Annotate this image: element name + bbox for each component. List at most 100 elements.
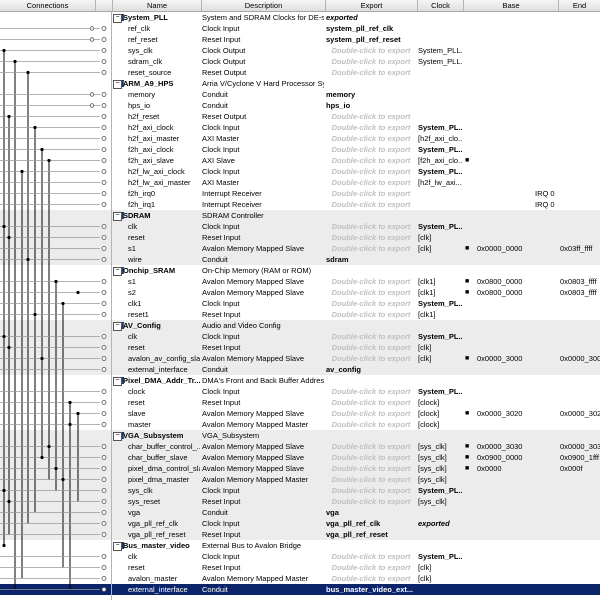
- connection-point[interactable]: [101, 169, 107, 174]
- connection-dot[interactable]: [61, 301, 65, 306]
- connection-point[interactable]: [101, 466, 107, 471]
- header-export[interactable]: Export: [326, 0, 418, 11]
- interface-name[interactable]: pixel_dma_control_slave: [128, 463, 200, 474]
- connection-point[interactable]: [101, 290, 107, 295]
- header-name[interactable]: Name: [113, 0, 202, 11]
- connection-point[interactable]: [101, 444, 107, 449]
- export-cell[interactable]: Double-click to export: [326, 166, 416, 177]
- interface-name[interactable]: memory: [128, 89, 200, 100]
- connection-point[interactable]: [101, 191, 107, 196]
- connection-point[interactable]: [101, 422, 107, 427]
- export-cell[interactable]: Double-click to export: [326, 408, 416, 419]
- clock-cell[interactable]: [clk]: [418, 342, 462, 353]
- clock-cell[interactable]: System_PL...: [418, 485, 462, 496]
- interface-name[interactable]: char_buffer_slave: [128, 452, 200, 463]
- connection-point[interactable]: [101, 235, 107, 240]
- lock-icon[interactable]: ■: [465, 463, 473, 474]
- export-cell[interactable]: Double-click to export: [326, 573, 416, 584]
- clock-cell[interactable]: [clk]: [418, 573, 462, 584]
- connection-dot[interactable]: [40, 455, 44, 460]
- export-cell[interactable]: Double-click to export: [326, 309, 416, 320]
- interface-name[interactable]: s2: [128, 287, 200, 298]
- collapse-icon[interactable]: −: [113, 80, 122, 89]
- clock-cell[interactable]: [sys_clk]: [418, 441, 462, 452]
- interface-name[interactable]: char_buffer_control_...: [128, 441, 200, 452]
- export-cell[interactable]: vga_pll_ref_reset: [326, 529, 416, 540]
- export-cell[interactable]: system_pll_ref_reset: [326, 34, 416, 45]
- clock-cell[interactable]: [clk]: [418, 353, 462, 364]
- clock-cell[interactable]: System_PL...: [418, 331, 462, 342]
- connection-point[interactable]: [101, 521, 107, 526]
- connection-point[interactable]: [101, 92, 107, 97]
- clock-cell[interactable]: System_PL...: [418, 144, 462, 155]
- connection-dot[interactable]: [40, 147, 44, 152]
- connection-point[interactable]: [101, 554, 107, 559]
- clock-cell[interactable]: [f2h_axi_clo...: [418, 155, 462, 166]
- export-cell[interactable]: Double-click to export: [326, 397, 416, 408]
- interface-name[interactable]: hps_io: [128, 100, 200, 111]
- connection-dot[interactable]: [2, 334, 6, 339]
- export-point[interactable]: [89, 26, 95, 31]
- interface-name[interactable]: vga_pll_ref_clk: [128, 518, 200, 529]
- connection-dot[interactable]: [2, 488, 6, 493]
- interface-name[interactable]: vga: [128, 507, 200, 518]
- base-address-cell[interactable]: 0x0900_0000: [477, 452, 557, 463]
- clock-cell[interactable]: [h2f_lw_axi...: [418, 177, 462, 188]
- export-cell[interactable]: memory: [326, 89, 416, 100]
- export-cell[interactable]: Double-click to export: [326, 551, 416, 562]
- header-clock[interactable]: Clock: [418, 0, 464, 11]
- connection-point[interactable]: [101, 510, 107, 515]
- connection-point[interactable]: [101, 532, 107, 537]
- connection-dot[interactable]: [7, 345, 11, 350]
- interface-name[interactable]: f2h_irq1: [128, 199, 200, 210]
- interface-name[interactable]: clock: [128, 386, 200, 397]
- clock-cell[interactable]: [clk]: [418, 562, 462, 573]
- connection-point[interactable]: [101, 279, 107, 284]
- connection-dot[interactable]: [54, 279, 58, 284]
- connection-point[interactable]: [101, 224, 107, 229]
- component-name[interactable]: Bus_master_video: [123, 540, 201, 551]
- clock-cell[interactable]: exported: [418, 518, 462, 529]
- connection-dot[interactable]: [68, 400, 72, 405]
- export-cell[interactable]: Double-click to export: [326, 133, 416, 144]
- connection-point[interactable]: [101, 400, 107, 405]
- clock-cell[interactable]: System_PLL...: [418, 56, 462, 67]
- export-cell[interactable]: Double-click to export: [326, 155, 416, 166]
- clock-cell[interactable]: System_PL...: [418, 166, 462, 177]
- interface-name[interactable]: avalon_av_config_slave: [128, 353, 200, 364]
- connection-dot[interactable]: [76, 290, 80, 295]
- connections-matrix[interactable]: [0, 12, 112, 600]
- connection-dot[interactable]: [2, 48, 6, 53]
- connection-point[interactable]: [101, 576, 107, 581]
- interface-name[interactable]: h2f_lw_axi_clock: [128, 166, 200, 177]
- connection-dot[interactable]: [40, 356, 44, 361]
- interface-name[interactable]: h2f_lw_axi_master: [128, 177, 200, 188]
- collapse-icon[interactable]: −: [113, 432, 122, 441]
- export-cell[interactable]: Double-click to export: [326, 496, 416, 507]
- connection-point[interactable]: [101, 488, 107, 493]
- clock-cell[interactable]: [clk1]: [418, 287, 462, 298]
- export-cell[interactable]: vga: [326, 507, 416, 518]
- component-name[interactable]: ARM_A9_HPS: [123, 78, 201, 89]
- clock-cell[interactable]: [clock]: [418, 408, 462, 419]
- export-cell[interactable]: Double-click to export: [326, 111, 416, 122]
- interface-name[interactable]: h2f_axi_clock: [128, 122, 200, 133]
- clock-cell[interactable]: System_PL...: [418, 298, 462, 309]
- collapse-icon[interactable]: −: [113, 322, 122, 331]
- clock-cell[interactable]: System_PLL...: [418, 45, 462, 56]
- base-address-cell[interactable]: 0x0000_3020: [477, 408, 557, 419]
- collapse-icon[interactable]: −: [113, 267, 122, 276]
- interface-name[interactable]: external_interface: [128, 364, 200, 375]
- interface-name[interactable]: ref_reset: [128, 34, 200, 45]
- interface-name[interactable]: clk1: [128, 298, 200, 309]
- connection-dot[interactable]: [7, 114, 11, 119]
- interface-name[interactable]: sys_clk: [128, 45, 200, 56]
- export-cell[interactable]: Double-click to export: [326, 177, 416, 188]
- connection-point[interactable]: [101, 477, 107, 482]
- interface-name[interactable]: sys_reset: [128, 496, 200, 507]
- export-cell[interactable]: Double-click to export: [326, 232, 416, 243]
- connection-point[interactable]: [101, 367, 107, 372]
- clock-cell[interactable]: [sys_clk]: [418, 474, 462, 485]
- connection-dot[interactable]: [47, 444, 51, 449]
- lock-icon[interactable]: ■: [465, 408, 473, 419]
